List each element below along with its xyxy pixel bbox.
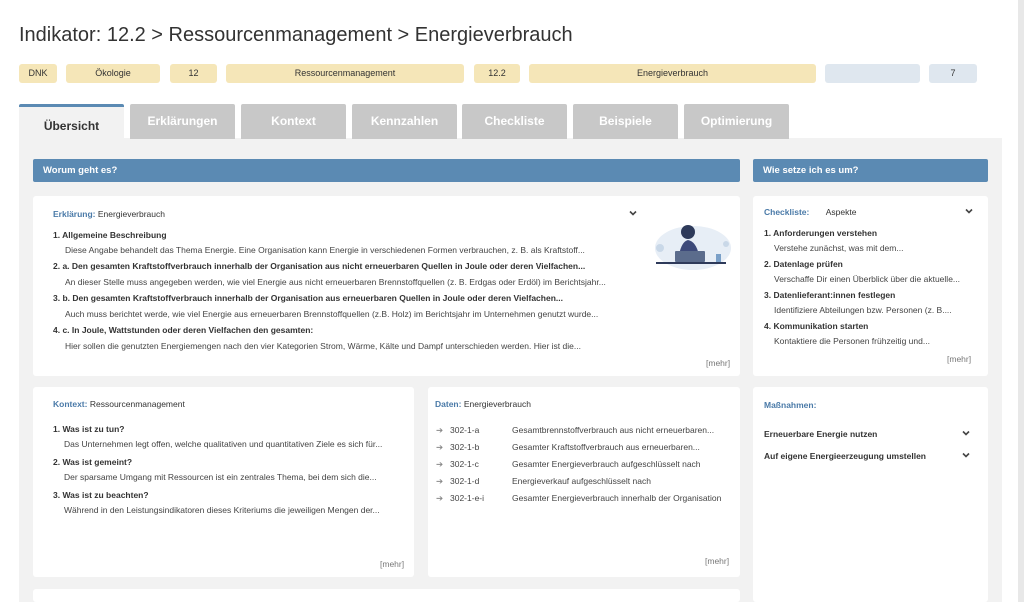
daten-label: Daten: (435, 399, 462, 409)
list-item-desc: Das Unternehmen legt offen, welche quali… (64, 439, 383, 449)
list-item-title: 2. Datenlage prüfen (764, 259, 843, 269)
tab-erklaerungen[interactable]: Erklärungen (130, 104, 235, 139)
data-row-code: 302-1-e-i (450, 493, 485, 503)
arrow-right-icon: ➔ (436, 476, 444, 486)
list-item-desc: Identifiziere Abteilungen bzw. Personen … (774, 305, 952, 315)
massnahme-item[interactable]: Auf eigene Energieerzeugung umstellen (764, 451, 926, 461)
data-row-code: 302-1-b (450, 442, 480, 452)
checkliste-card: Checkliste: Aspekte 1. Anforderungen ver… (753, 196, 988, 376)
list-item-desc: Der sparsame Umgang mit Ressourcen ist e… (64, 472, 377, 482)
page-title: Indikator: 12.2 > Ressourcenmanagement >… (19, 24, 573, 46)
scrollbar[interactable] (1018, 0, 1024, 602)
tab-kennzahlen[interactable]: Kennzahlen (352, 104, 457, 139)
person-laptop-illustration (655, 225, 731, 270)
data-row[interactable]: ➔ 302-1-e-i Gesamter Energieverbrauch inne… (436, 493, 721, 504)
erklaerung-list: 1. Allgemeine Beschreibung Diese Angabe … (53, 230, 653, 351)
data-row-text: Gesamter Kraftstoffverbrauch aus erneuer… (512, 442, 700, 452)
arrow-right-icon: ➔ (436, 459, 444, 469)
data-row-text: Gesamter Energieverbrauch aufgeschlüssel… (512, 459, 701, 469)
data-row[interactable]: ➔ 302-1-d Energieverkauf aufgeschlüsselt n… (436, 476, 651, 487)
section-header-worum: Worum geht es? (33, 159, 740, 182)
tab-checkliste[interactable]: Checkliste (462, 104, 567, 139)
daten-heading: Daten: Energieverbrauch (435, 399, 531, 409)
tag-7[interactable]: 7 (929, 64, 977, 83)
tag-12[interactable]: 12 (170, 64, 217, 83)
list-item-desc: Kontaktiere die Personen frühzeitig und.… (774, 336, 930, 346)
kontext-list: 1. Was ist zu tun? Das Unternehmen legt … (53, 424, 408, 515)
erklaerung-value: Energieverbrauch (97, 209, 165, 219)
checkliste-more-link[interactable]: [mehr] (947, 354, 971, 364)
daten-value: Energieverbrauch (463, 399, 531, 409)
section-header-umsetzung: Wie setze ich es um? (753, 159, 988, 182)
tag-dnk[interactable]: DNK (19, 64, 57, 83)
list-item-title: 3. Was ist zu beachten? (53, 490, 149, 500)
massnahmen-card: Maßnahmen: Erneuerbare Energie nutzen Au… (753, 387, 988, 602)
kontext-label: Kontext: (53, 399, 88, 409)
list-item-desc: Während in den Leistungsindikatoren dies… (64, 505, 380, 515)
chevron-down-icon[interactable] (628, 208, 638, 218)
arrow-right-icon: ➔ (436, 493, 444, 503)
daten-more-link[interactable]: [mehr] (705, 556, 729, 566)
data-row[interactable]: ➔ 302-1-c Gesamter Energieverbrauch aufges… (436, 459, 701, 470)
list-item-desc: Verstehe zunächst, was mit dem... (774, 243, 904, 253)
checkliste-value[interactable]: Aspekte (826, 207, 857, 217)
list-item-title: 2. Was ist gemeint? (53, 457, 133, 467)
data-row-text: Energieverkauf aufgeschlüsselt nach (512, 476, 651, 486)
data-row-code: 302-1-c (450, 459, 479, 469)
checkliste-heading: Checkliste: Aspekte (764, 207, 856, 217)
list-item-title: 3. b. Den gesamten Kraftstoffverbrauch i… (53, 293, 563, 303)
kontext-card: Kontext: Ressourcenmanagement 1. Was ist… (33, 387, 414, 577)
kontext-more-link[interactable]: [mehr] (380, 559, 404, 569)
tag-empty[interactable] (825, 64, 920, 83)
checkliste-label: Checkliste: (764, 207, 810, 217)
arrow-right-icon: ➔ (436, 425, 444, 435)
erklaerung-more-link[interactable]: [mehr] (706, 358, 730, 368)
data-row-text: Gesamtbrennstoffverbrauch aus nicht erne… (512, 425, 715, 435)
chevron-down-icon[interactable] (961, 450, 971, 460)
list-item-title: 3. Datenlieferant:innen festlegen (764, 290, 896, 300)
kontext-heading: Kontext: Ressourcenmanagement (53, 399, 185, 409)
data-row[interactable]: ➔ 302-1-a Gesamtbrennstoffverbrauch aus ni… (436, 425, 714, 436)
checkliste-list: 1. Anforderungen verstehen Verstehe zunä… (764, 228, 982, 346)
massnahme-item[interactable]: Erneuerbare Energie nutzen (764, 429, 877, 439)
tab-optimierung[interactable]: Optimierung (684, 104, 789, 139)
list-item-title: 4. Kommunikation starten (764, 321, 869, 331)
bottom-card (33, 589, 740, 602)
list-item-title: 2. a. Den gesamten Kraftstoffverbrauch i… (53, 261, 586, 271)
tag-ressourcenmanagement[interactable]: Ressourcenmanagement (226, 64, 464, 83)
daten-card: Daten: Energieverbrauch ➔ 302-1-a Gesamtbr… (428, 387, 740, 577)
list-item-desc: Auch muss berichtet werde, wie viel Ener… (65, 309, 599, 319)
erklaerung-heading: Erklärung: Energieverbrauch (53, 209, 165, 219)
data-row-code: 302-1-a (450, 425, 480, 435)
tab-beispiele[interactable]: Beispiele (573, 104, 678, 139)
data-row-text: Gesamter Energieverbrauch innerhalb der … (512, 493, 722, 503)
list-item-desc: Verschaffe Dir einen Überblick über die … (774, 274, 960, 284)
list-item-desc: Diese Angabe behandelt das Thema Energie… (65, 245, 585, 255)
chevron-down-icon[interactable] (964, 206, 974, 216)
tag-12-2[interactable]: 12.2 (474, 64, 520, 83)
tab-kontext[interactable]: Kontext (241, 104, 346, 139)
arrow-right-icon: ➔ (436, 442, 444, 452)
erklaerung-card: Erklärung: Energieverbrauch 1. Allgemein… (33, 196, 740, 376)
tag-oekologie[interactable]: Ökologie (66, 64, 160, 83)
chevron-down-icon[interactable] (961, 428, 971, 438)
list-item-desc: Hier sollen die genutzten Energiemengen … (65, 341, 581, 351)
data-row[interactable]: ➔ 302-1-b Gesamter Kraftstoffverbrauch aus… (436, 442, 700, 453)
list-item-title: 1. Was ist zu tun? (53, 424, 125, 434)
tag-energieverbrauch[interactable]: Energieverbrauch (529, 64, 816, 83)
massnahmen-label: Maßnahmen: (764, 400, 817, 410)
erklaerung-label: Erklärung: (53, 209, 96, 219)
list-item-title: 1. Allgemeine Beschreibung (53, 230, 167, 240)
list-item-title: 1. Anforderungen verstehen (764, 228, 878, 238)
kontext-value: Ressourcenmanagement (89, 399, 185, 409)
list-item-desc: An dieser Stelle muss angegeben werden, … (65, 277, 606, 287)
tab-uebersicht[interactable]: Übersicht (19, 104, 124, 139)
list-item-title: 4. c. In Joule, Wattstunden oder deren V… (53, 325, 314, 335)
data-row-code: 302-1-d (450, 476, 480, 486)
